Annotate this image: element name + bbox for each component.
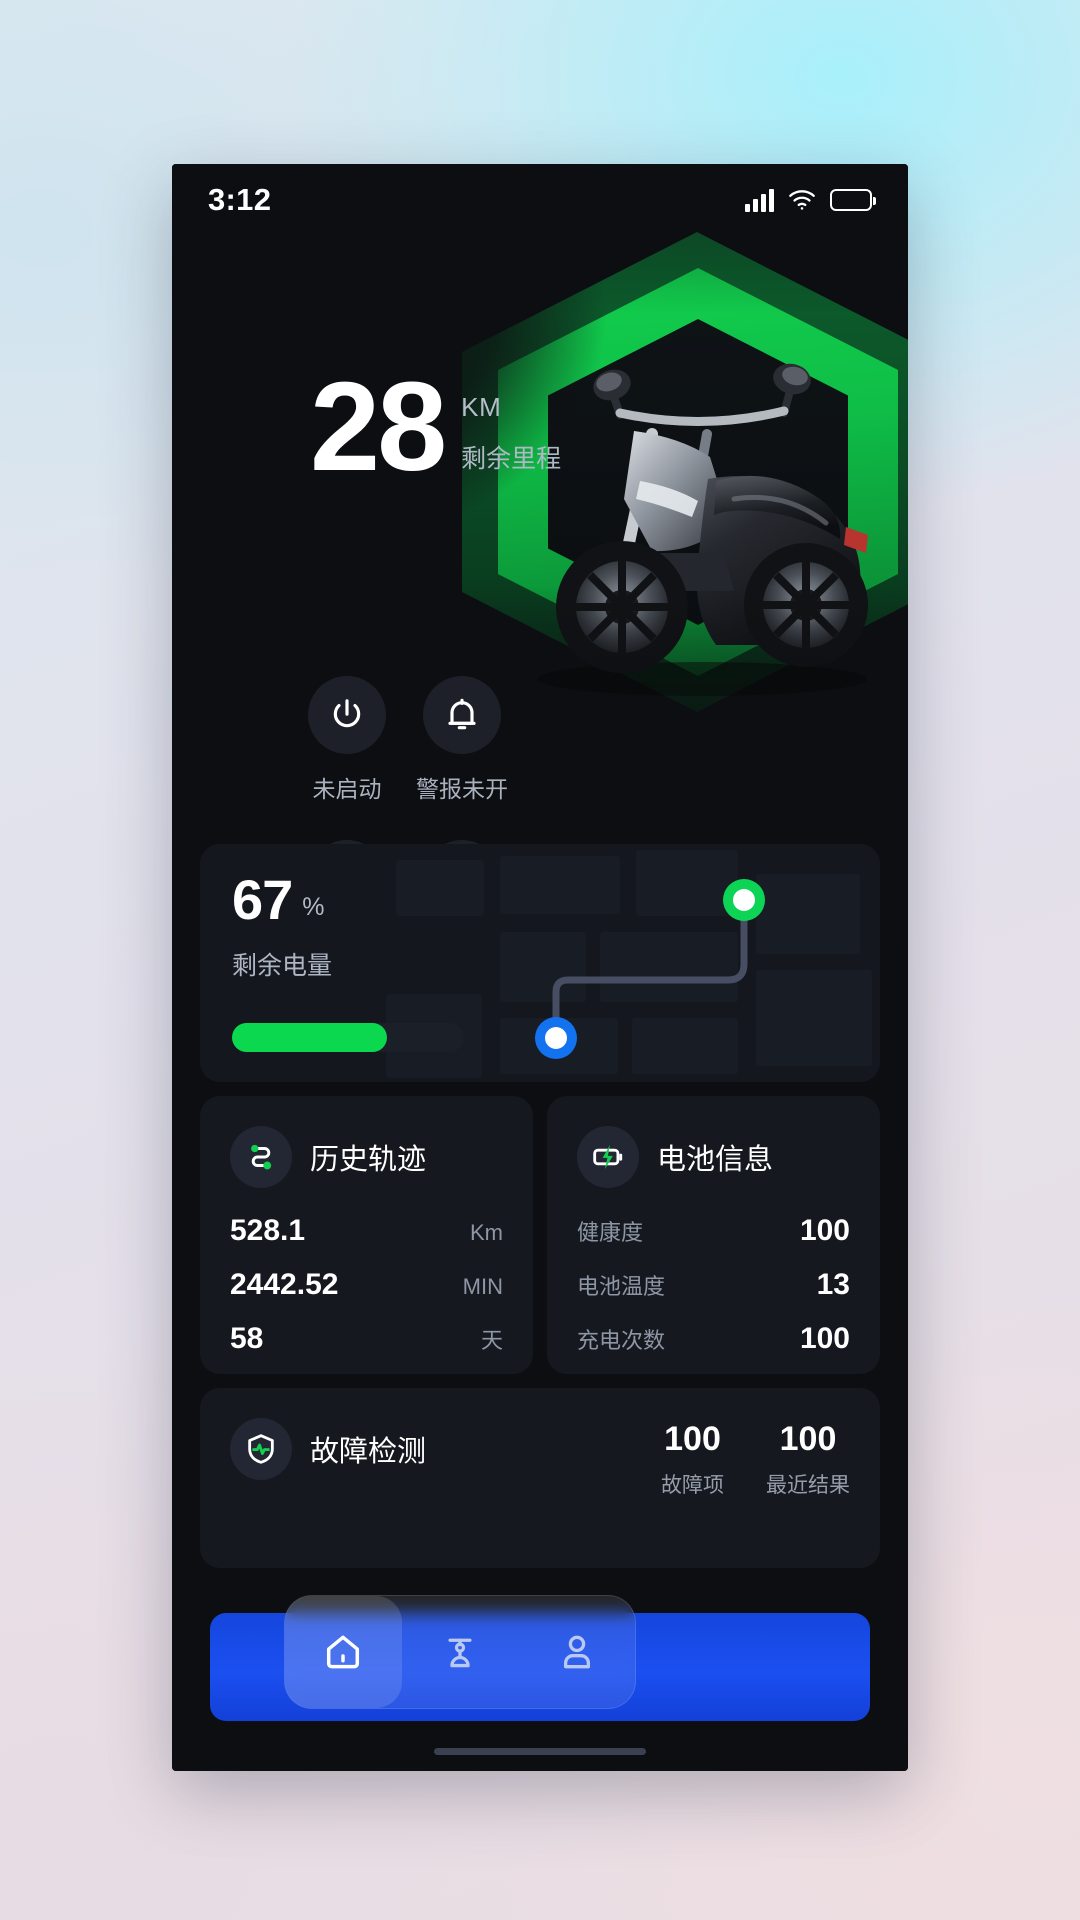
battery-info-header: 电池信息: [577, 1126, 850, 1188]
quick-controls-row-2: 坐垫未开 尾箱未开: [308, 840, 501, 844]
history-card-title: 历史轨迹: [310, 1144, 427, 1176]
battery-charging-icon: [593, 1144, 623, 1170]
control-alarm-label: 警报未开: [416, 776, 508, 802]
control-power[interactable]: 未启动: [308, 676, 386, 804]
range-value: 28: [310, 356, 447, 497]
battery-readout: 67 % 剩余电量: [232, 868, 333, 982]
quick-controls-row-1: 未启动 警报未开: [308, 676, 508, 804]
seat-button-circle[interactable]: [308, 840, 386, 844]
battery-health-value: 100: [799, 1214, 850, 1247]
battery-cycles-label: 充电次数: [577, 1328, 666, 1353]
battery-info-cycles: 充电次数 100: [577, 1322, 850, 1356]
battery-info-card[interactable]: 电池信息 健康度 100 电池温度 13 充电次数 100: [547, 1096, 880, 1374]
battery-info-health: 健康度 100: [577, 1214, 850, 1248]
battery-temp-label: 电池温度: [577, 1274, 666, 1299]
status-bar: 3:12: [172, 164, 908, 236]
history-icon-circle: [230, 1126, 292, 1188]
remaining-range-readout: 28 KM 剩余里程: [310, 356, 562, 497]
battery-unit: %: [302, 892, 325, 921]
history-days-value: 58: [230, 1322, 264, 1355]
map-route: [535, 879, 765, 1059]
trunk-button-circle[interactable]: [423, 840, 501, 844]
control-alarm[interactable]: 警报未开: [416, 676, 508, 804]
control-power-label: 未启动: [312, 776, 382, 802]
quick-controls: 未启动 警报未开: [308, 676, 508, 844]
control-seat[interactable]: 坐垫未开: [308, 840, 386, 844]
phone-device-frame: 28 KM 剩余里程 未启动 警报未开 3:12 67 % 剩余电量 历史轨迹 …: [172, 164, 908, 1771]
range-label: 剩余里程: [461, 444, 562, 473]
battery-icon: [830, 189, 876, 211]
history-stat-distance: 528.1 Km: [230, 1214, 503, 1248]
fault-latest-value: 100: [779, 1420, 837, 1458]
range-unit: KM: [461, 391, 502, 422]
power-icon: [333, 699, 361, 728]
battery-temp-value: 13: [816, 1268, 850, 1301]
fault-card-header: 故障检测: [230, 1418, 426, 1480]
person-icon: [563, 1635, 590, 1669]
history-distance-unit: Km: [470, 1220, 503, 1245]
hero-gradient-overlay: [172, 164, 908, 844]
fault-items-caption: 故障项: [661, 1474, 724, 1497]
battery-label: 剩余电量: [232, 951, 333, 980]
battery-info-icon-circle: [577, 1126, 639, 1188]
wifi-icon: [789, 190, 815, 210]
alarm-button-circle[interactable]: [423, 676, 501, 754]
fault-items-value: 100: [664, 1420, 721, 1458]
shield-pulse-icon: [248, 1434, 274, 1464]
history-days-unit: 天: [480, 1328, 503, 1353]
hero-section: 28 KM 剩余里程 未启动 警报未开: [172, 164, 908, 844]
cellular-signal-icon: [745, 188, 774, 212]
battery-info-title: 电池信息: [657, 1144, 774, 1176]
bottom-navigation: [284, 1595, 636, 1709]
dual-card-row: 历史轨迹 528.1 Km 2442.52 MIN 58 天 电池信息 健康度 …: [200, 1096, 880, 1374]
battery-progress-fill: [232, 1023, 388, 1052]
nav-item-profile[interactable]: [518, 1596, 635, 1708]
home-icon: [327, 1635, 360, 1669]
home-indicator: [434, 1748, 646, 1755]
battery-value: 67: [232, 868, 293, 931]
fault-metric-latest: 100 最近结果: [766, 1420, 850, 1499]
battery-value-row: 67 %: [232, 868, 332, 931]
status-bar-icons: [745, 188, 876, 212]
battery-progress-track: [232, 1023, 464, 1052]
history-distance-value: 528.1: [230, 1214, 306, 1247]
fault-card-title: 故障检测: [310, 1436, 427, 1468]
fault-metric-items: 100 故障项: [661, 1420, 724, 1499]
app-screen: 28 KM 剩余里程 未启动 警报未开 3:12 67 % 剩余电量 历史轨迹 …: [172, 164, 908, 1771]
battery-cycles-value: 100: [799, 1322, 850, 1355]
fault-metrics: 100 故障项 100 最近结果: [661, 1418, 850, 1499]
battery-map-card[interactable]: 67 % 剩余电量: [200, 844, 880, 1082]
fault-icon-circle: [230, 1418, 292, 1480]
battery-info-temperature: 电池温度 13: [577, 1268, 850, 1302]
status-bar-clock: 3:12: [208, 182, 272, 217]
fault-detection-card[interactable]: 故障检测 100 故障项 100 最近结果: [200, 1388, 880, 1568]
desktop-backdrop: 28 KM 剩余里程 未启动 警报未开 3:12 67 % 剩余电量 历史轨迹 …: [0, 0, 1080, 1920]
nav-item-vehicle[interactable]: [402, 1596, 519, 1708]
history-card-header: 历史轨迹: [230, 1126, 503, 1188]
cards-container: 67 % 剩余电量 历史轨迹 528.1 Km 2442.52 MIN 58 天…: [172, 844, 908, 1568]
power-button-circle[interactable]: [308, 676, 386, 754]
nav-item-home[interactable]: [285, 1596, 402, 1708]
history-stat-duration: 2442.52 MIN: [230, 1268, 503, 1302]
scooter-icon: [448, 1638, 472, 1668]
fault-latest-caption: 最近结果: [766, 1474, 850, 1497]
control-trunk[interactable]: 尾箱未开: [423, 840, 501, 844]
bell-icon: [448, 698, 476, 730]
battery-health-label: 健康度: [577, 1220, 644, 1245]
history-duration-unit: MIN: [462, 1274, 503, 1299]
route-track-icon: [251, 1144, 272, 1170]
history-stat-days: 58 天: [230, 1322, 503, 1356]
history-duration-value: 2442.52: [230, 1268, 339, 1301]
history-track-card[interactable]: 历史轨迹 528.1 Km 2442.52 MIN 58 天: [200, 1096, 533, 1374]
